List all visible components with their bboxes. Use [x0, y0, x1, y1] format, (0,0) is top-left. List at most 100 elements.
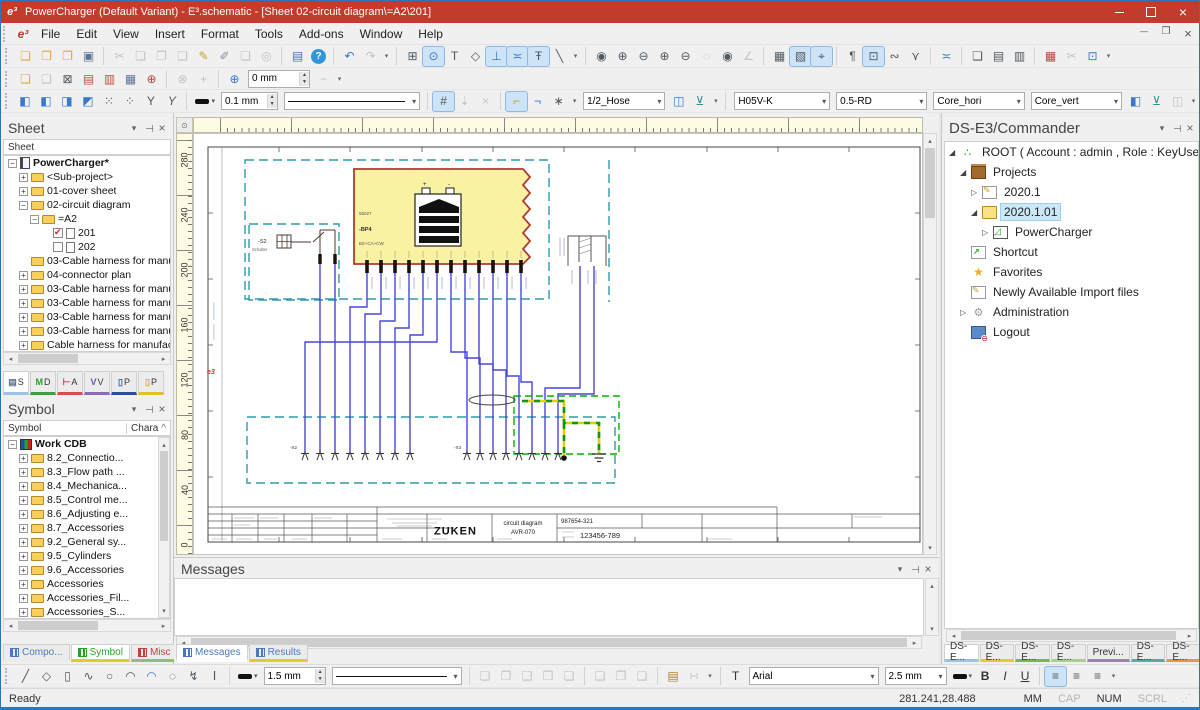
dock-tab[interactable]: ▯ P [138, 371, 164, 395]
spinner-arrows-icon[interactable] [315, 669, 325, 683]
dock-tab[interactable]: V V [84, 371, 110, 395]
align-objects[interactable]: ❏ [590, 667, 611, 686]
delete-sheet[interactable]: ⊠ [57, 69, 78, 88]
pin-group-alt[interactable]: ⁘ [119, 92, 140, 111]
symbol-tree-item[interactable]: − Work CDB [4, 437, 170, 451]
order-options[interactable]: ❏ [559, 667, 580, 686]
core-vertical-combo[interactable]: Core_vert [1031, 92, 1122, 110]
draw-cloud[interactable]: ◌ [162, 667, 183, 686]
align-text-center[interactable]: ≡ [1066, 667, 1087, 686]
expander-icon[interactable]: ◢ [949, 148, 960, 157]
scroll-left-icon[interactable] [4, 353, 17, 364]
zoom-tool[interactable]: ◉ [591, 47, 612, 66]
messages-log[interactable] [174, 578, 924, 636]
sheet-tree-item[interactable]: + 04-connector plan [4, 268, 170, 282]
panel-menu-icon[interactable] [893, 564, 907, 575]
insert-text[interactable]: T [444, 47, 465, 66]
connection-tree[interactable]: ⋎ [905, 47, 926, 66]
zoom-selection[interactable]: ◉ [717, 47, 738, 66]
symbol-tree-vscrollbar[interactable] [158, 437, 170, 618]
dock-tab[interactable]: M D [30, 371, 56, 395]
move-mode[interactable]: + [193, 69, 214, 88]
toolbar-grip[interactable] [5, 668, 13, 684]
wire-style[interactable]: ≍ [936, 47, 957, 66]
bold-button[interactable]: B [975, 667, 995, 686]
graphic-line-style-combo[interactable] [332, 667, 462, 685]
frame-select[interactable]: ⊡ [1082, 47, 1103, 66]
format-painter-alt[interactable]: ✐ [214, 47, 235, 66]
dock-tab[interactable]: ⊢ A [57, 371, 83, 395]
toolbar-grip[interactable] [5, 71, 13, 87]
place-symbol-text[interactable]: ◧ [35, 92, 56, 111]
core-fork[interactable]: ⊻ [1146, 92, 1167, 111]
group-objects[interactable]: ❏ [475, 667, 496, 686]
commander-tree-item[interactable]: ◢ ROOT ( Account : admin , Role : KeyUse [945, 142, 1198, 162]
scroll-up-icon[interactable] [924, 134, 936, 147]
place-symbol-left[interactable]: ◧ [14, 92, 35, 111]
close-icon[interactable] [155, 402, 169, 416]
symbol-tree-item[interactable]: + 9.6_Accessories [4, 563, 170, 577]
sheet-tree-hscrollbar[interactable] [3, 352, 171, 365]
offset-reference[interactable]: ⊕ [224, 69, 245, 88]
new-sheet[interactable]: ❑ [15, 69, 36, 88]
expander-icon[interactable]: + [19, 482, 28, 491]
sheet-tree-item[interactable]: + 03-Cable harness for manufac [4, 310, 170, 324]
sheet-tree-item[interactable]: 03-Cable harness for manufac [4, 254, 170, 268]
device-table[interactable]: ▦ [120, 69, 141, 88]
panel-tab[interactable]: Symbol [71, 644, 130, 662]
corner-mode[interactable]: ⌐ [506, 92, 527, 111]
connect-nodes[interactable]: ∾ [884, 47, 905, 66]
line-width-spinner[interactable]: 0.1 mm [221, 92, 278, 110]
commander-tree-item[interactable]: Logout [945, 322, 1198, 342]
signal-delete[interactable]: × [475, 92, 496, 111]
spinner-arrows-icon[interactable] [267, 94, 277, 108]
draw-rectangle[interactable]: ▯ [57, 667, 78, 686]
clip-region[interactable]: ✂ [1061, 47, 1082, 66]
expander-icon[interactable]: + [19, 594, 28, 603]
symbol-tree-hscrollbar[interactable] [3, 619, 171, 632]
pin-icon[interactable] [143, 124, 154, 133]
menu-item[interactable]: Window [352, 25, 411, 43]
scroll-right-icon[interactable] [908, 637, 921, 648]
draw-arc-center[interactable]: ◠ [141, 667, 162, 686]
undo-options[interactable]: ▾ [381, 47, 392, 66]
paste[interactable]: ❐ [151, 47, 172, 66]
panel-menu-icon[interactable] [1155, 123, 1169, 134]
draw-line[interactable]: ╱ [15, 667, 36, 686]
messages-tab[interactable]: Results [249, 644, 308, 662]
expander-icon[interactable]: + [19, 285, 28, 294]
draw-ibeam[interactable]: Ⅰ [204, 667, 225, 686]
commander-tree-item[interactable]: Shortcut [945, 242, 1198, 262]
commander-tab[interactable]: DS-E... [944, 644, 979, 662]
help[interactable]: ? [311, 49, 326, 64]
copy-format[interactable]: ❏ [235, 47, 256, 66]
level-offset[interactable]: − [313, 69, 334, 88]
scroll-up-icon[interactable] [926, 579, 938, 592]
distribute-objects[interactable]: ❐ [611, 667, 632, 686]
align-text-right[interactable]: ≡ [1087, 667, 1108, 686]
hose-fork[interactable]: ⊻ [689, 92, 710, 111]
core-horizontal-combo[interactable]: Core_hori [933, 92, 1024, 110]
sheet-tree-item[interactable]: + 03-Cable harness for manufac [4, 282, 170, 296]
tile-vertical[interactable]: ▥ [1009, 47, 1030, 66]
sheet-tree-item[interactable]: + 03-Cable harness for manufac [4, 324, 170, 338]
zoom-out[interactable]: ⊖ [633, 47, 654, 66]
placement-mode[interactable]: ⊡ [863, 47, 884, 66]
text-color-swatch[interactable] [953, 672, 973, 680]
schematic-canvas[interactable]: + - 55027 -BP4 BZ+CA+CW [193, 133, 923, 555]
scroll-right-icon[interactable] [1183, 630, 1196, 641]
sheet-tree-item[interactable]: + 01-cover sheet [4, 184, 170, 198]
sheet-tree-item[interactable]: − PowerCharger* [4, 156, 170, 170]
sheet-tree-item[interactable]: + Cable harness for manufactur [4, 338, 170, 352]
tile-horizontal[interactable]: ▤ [988, 47, 1009, 66]
expander-icon[interactable]: + [19, 510, 28, 519]
toolbar-grip[interactable] [3, 26, 11, 42]
symbol-tree-item[interactable]: + 9.5_Cylinders [4, 549, 170, 563]
sheet-tree-item[interactable]: + <Sub-project> [4, 170, 170, 184]
messages-tab[interactable]: Messages [176, 644, 248, 662]
wire-fork[interactable]: Y [140, 92, 161, 111]
match-size[interactable]: ❑ [632, 667, 653, 686]
wire-fork-angled[interactable]: Y [161, 92, 182, 111]
commander-tab[interactable]: DS-E... [1015, 644, 1050, 662]
commander-tree-item[interactable]: ▷ 2020.1 [945, 182, 1198, 202]
